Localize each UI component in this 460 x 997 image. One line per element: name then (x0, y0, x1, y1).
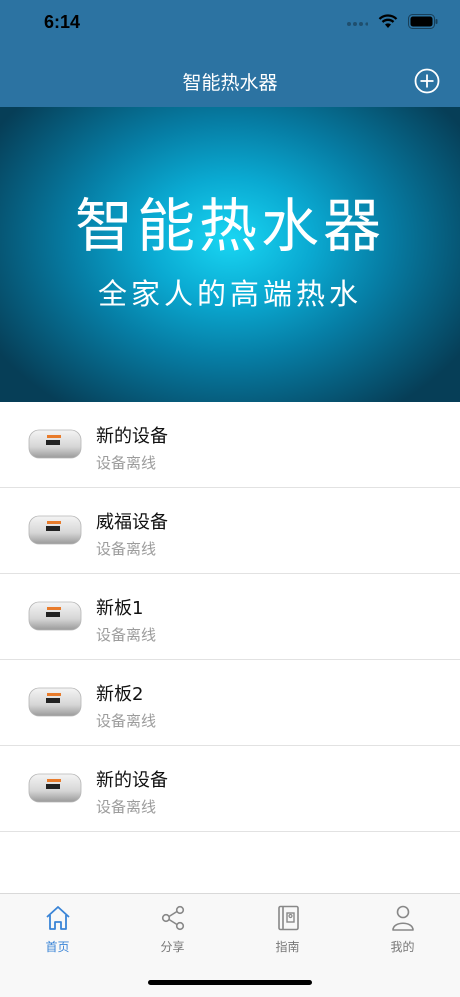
water-heater-icon (28, 429, 82, 459)
device-row[interactable]: 威福设备 设备离线 (0, 488, 460, 574)
tab-home[interactable]: 首页 (0, 894, 115, 964)
device-name: 新板2 (96, 684, 144, 705)
hero-title: 智能热水器 (74, 192, 385, 260)
device-name: 新的设备 (96, 770, 168, 791)
device-status: 设备离线 (96, 540, 157, 558)
share-icon (161, 905, 185, 931)
tab-label: 分享 (160, 940, 185, 954)
device-list: 新的设备 设备离线 威福设备 设备离线 新板1 设备离线 新板2 设备离线 新的… (0, 402, 460, 832)
status-indicators (346, 14, 438, 29)
device-name: 新的设备 (96, 426, 168, 447)
device-row[interactable]: 新板2 设备离线 (0, 660, 460, 746)
water-heater-icon (28, 601, 82, 631)
device-name: 威福设备 (96, 512, 168, 533)
user-icon (392, 905, 414, 931)
tab-mine[interactable]: 我的 (345, 894, 460, 964)
tab-label: 指南 (275, 940, 300, 954)
top-bar: 6:14 智能热水器 (0, 0, 460, 107)
home-icon (46, 906, 70, 930)
device-row[interactable]: 新板1 设备离线 (0, 574, 460, 660)
tab-share[interactable]: 分享 (115, 894, 230, 964)
hero-banner: 智能热水器 全家人的高端热水 (0, 107, 460, 402)
home-indicator[interactable] (148, 980, 312, 985)
device-status: 设备离线 (96, 712, 157, 730)
water-heater-icon (28, 773, 82, 803)
water-heater-icon (28, 687, 82, 717)
water-heater-icon (28, 515, 82, 545)
device-status: 设备离线 (96, 798, 157, 816)
device-name: 新板1 (96, 598, 144, 619)
hero-subtitle: 全家人的高端热水 (97, 277, 362, 311)
tab-guide[interactable]: 指南 (230, 894, 345, 964)
device-row[interactable]: 新的设备 设备离线 (0, 402, 460, 488)
add-device-button[interactable] (414, 68, 440, 94)
status-time: 6:14 (44, 12, 81, 32)
device-status: 设备离线 (96, 626, 157, 644)
tab-label: 首页 (45, 940, 70, 954)
wifi-icon (378, 14, 398, 28)
device-row[interactable]: 新的设备 设备离线 (0, 746, 460, 832)
signal-icon (347, 21, 368, 26)
battery-icon (408, 14, 438, 29)
page-title: 智能热水器 (182, 72, 278, 94)
tab-label: 我的 (390, 940, 415, 954)
guide-icon (278, 905, 299, 931)
device-status: 设备离线 (96, 454, 157, 472)
